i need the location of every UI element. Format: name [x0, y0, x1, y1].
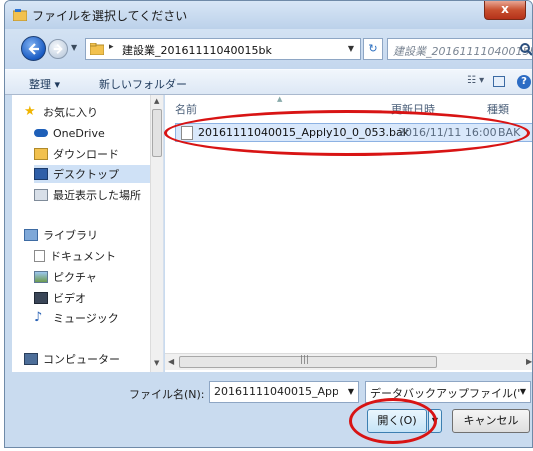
- filename-label: ファイル名(N):: [129, 388, 205, 401]
- file-icon: [181, 126, 193, 140]
- cancel-button[interactable]: キャンセル: [452, 409, 530, 433]
- filename-dropdown-icon[interactable]: ▼: [348, 387, 354, 396]
- forward-button[interactable]: [48, 39, 68, 59]
- help-button[interactable]: ?: [517, 75, 531, 89]
- file-open-dialog: ファイルを選択してください x ▼ ▸ 建設業_20161111040015bk…: [4, 0, 533, 448]
- sidebar-item-label: ビデオ: [53, 292, 86, 305]
- sidebar-item-label: お気に入り: [43, 106, 98, 119]
- scroll-up-icon[interactable]: ▲: [154, 97, 159, 105]
- videos-icon: [34, 292, 48, 304]
- column-header-type[interactable]: 種類: [487, 101, 509, 117]
- search-input[interactable]: 建設業_20161111040015bk...: [387, 38, 533, 60]
- address-bar[interactable]: ▸ 建設業_20161111040015bk ▼: [85, 38, 361, 60]
- window-title: ファイルを選択してください: [32, 9, 188, 23]
- file-name[interactable]: 20161111040015_Apply10_0_053.bak: [198, 126, 409, 139]
- refresh-button[interactable]: ↻: [363, 38, 383, 60]
- organize-button[interactable]: 整理 ▾: [29, 76, 60, 92]
- column-header-modified[interactable]: 更新日時: [391, 101, 435, 117]
- sidebar-item-label: ライブラリ: [43, 229, 98, 242]
- documents-icon: [34, 250, 45, 262]
- sidebar-item-label: ダウンロード: [53, 148, 119, 161]
- file-type: BAK: [498, 126, 521, 139]
- sidebar-item-label: ミュージック: [53, 312, 119, 325]
- open-options-dropdown[interactable]: ▼: [428, 409, 442, 433]
- sidebar-item-label: ドキュメント: [50, 250, 116, 263]
- back-arrow-icon: [28, 43, 39, 55]
- recent-places-icon: [34, 189, 48, 201]
- chevron-down-icon: ▼: [431, 416, 439, 425]
- address-dropdown-icon[interactable]: ▼: [348, 44, 354, 53]
- column-header-name[interactable]: 名前: [175, 101, 197, 117]
- breadcrumb-chevron-icon[interactable]: ▸: [109, 42, 114, 52]
- computer-icon: [24, 353, 38, 365]
- search-placeholder: 建設業_20161111040015bk...: [393, 45, 532, 58]
- scroll-thumb[interactable]: [152, 109, 162, 157]
- sidebar-item-label: コンピューター: [43, 353, 120, 366]
- filename-value[interactable]: 20161111040015_Apply10: [214, 385, 338, 398]
- new-folder-button[interactable]: 新しいフォルダー: [99, 76, 187, 92]
- folder-icon: [90, 43, 104, 55]
- table-row[interactable]: 20161111040015_Apply10_0_053.bak 2016/11…: [175, 123, 532, 142]
- breadcrumb[interactable]: 建設業_20161111040015bk: [122, 42, 272, 58]
- file-list-pane: 名前 ▲ 更新日時 種類 20161111040015_Apply10_0_05…: [165, 95, 532, 372]
- search-icon[interactable]: [519, 42, 533, 56]
- recent-locations-dropdown-icon[interactable]: ▼: [71, 43, 77, 52]
- file-type-select[interactable]: データバックアップファイル(' ▼: [365, 381, 531, 403]
- refresh-icon: ↻: [368, 42, 378, 55]
- file-type-dropdown-icon[interactable]: ▼: [520, 387, 526, 396]
- back-button[interactable]: [21, 36, 46, 61]
- navigation-pane: ★ お気に入り OneDrive ダウンロード デスクトップ 最近表示した場所 …: [12, 95, 164, 372]
- sidebar-item-desktop[interactable]: デスクトップ: [34, 165, 150, 183]
- close-button[interactable]: x: [484, 1, 526, 20]
- scroll-right-icon[interactable]: ▶: [526, 357, 532, 366]
- download-folder-icon: [34, 148, 48, 160]
- cloud-icon: [34, 129, 48, 137]
- star-icon: ★: [24, 104, 36, 119]
- sidebar-item-label: OneDrive: [53, 126, 105, 140]
- address-row: ▼ ▸ 建設業_20161111040015bk ▼ ↻ 建設業_2016111…: [5, 29, 532, 69]
- sidebar-item-recent-places[interactable]: 最近表示した場所: [34, 186, 150, 204]
- library-icon: [24, 229, 38, 241]
- grip-icon: |||: [300, 355, 310, 365]
- scroll-down-icon[interactable]: ▼: [154, 359, 159, 367]
- file-modified: 2016/11/11 16:00: [398, 126, 497, 139]
- file-type-value: データバックアップファイル(': [370, 387, 521, 400]
- scroll-left-icon[interactable]: ◀: [168, 357, 174, 366]
- open-button[interactable]: 開く(O): [367, 409, 427, 433]
- desktop-icon: [34, 168, 48, 180]
- title-bar[interactable]: ファイルを選択してください x: [5, 1, 532, 29]
- pictures-icon: [34, 271, 48, 283]
- sidebar-item-label: ピクチャ: [53, 271, 97, 284]
- forward-arrow-icon: [53, 44, 63, 54]
- change-view-button[interactable]: ☷ ▾: [467, 75, 484, 86]
- sort-arrow-icon: ▲: [277, 95, 283, 103]
- app-icon: [13, 9, 27, 21]
- sidebar-item-label: 最近表示した場所: [53, 189, 141, 202]
- sidebar-item-label: デスクトップ: [53, 168, 119, 181]
- preview-pane-icon[interactable]: [493, 76, 505, 87]
- music-icon: ♪: [34, 310, 43, 325]
- sidebar-item-computer[interactable]: コンピューター: [24, 350, 150, 368]
- navigation-scrollbar[interactable]: ▲ ▼: [150, 95, 163, 372]
- scroll-thumb[interactable]: |||: [179, 355, 437, 368]
- filename-field[interactable]: 20161111040015_Apply10 ▼: [209, 381, 359, 403]
- command-toolbar: 整理 ▾ 新しいフォルダー ☷ ▾ ?: [5, 69, 532, 95]
- horizontal-scrollbar[interactable]: ◀ ||| ▶: [165, 353, 532, 370]
